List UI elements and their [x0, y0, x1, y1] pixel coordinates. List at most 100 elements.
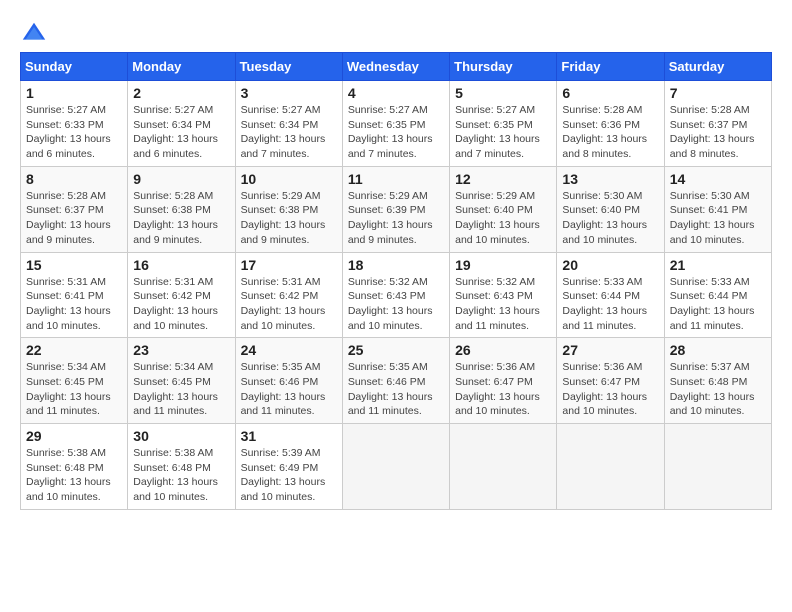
calendar-day-cell: 30Sunrise: 5:38 AMSunset: 6:48 PMDayligh…	[128, 424, 235, 510]
day-number: 8	[26, 171, 122, 187]
day-info: Sunrise: 5:33 AMSunset: 6:44 PMDaylight:…	[562, 275, 658, 334]
calendar-day-cell	[664, 424, 771, 510]
day-info: Sunrise: 5:28 AMSunset: 6:37 PMDaylight:…	[26, 189, 122, 248]
day-info: Sunrise: 5:27 AMSunset: 6:35 PMDaylight:…	[348, 103, 444, 162]
calendar-day-cell: 15 Sunrise: 5:31 AMSunset: 6:41 PMDayligh…	[21, 252, 128, 338]
day-info: Sunrise: 5:38 AMSunset: 6:48 PMDaylight:…	[133, 446, 229, 505]
calendar-week-row: 29 Sunrise: 5:38 AMSunset: 6:48 PMDayligh…	[21, 424, 772, 510]
day-info: Sunrise: 5:35 AMSunset: 6:46 PMDaylight:…	[241, 360, 337, 419]
day-info: Sunrise: 5:37 AMSunset: 6:48 PMDaylight:…	[670, 360, 766, 419]
day-info: Sunrise: 5:27 AMSunset: 6:34 PMDaylight:…	[241, 103, 337, 162]
day-number: 20	[562, 257, 658, 273]
day-of-week-header: Friday	[557, 53, 664, 81]
day-number: 31	[241, 428, 337, 444]
day-info: Sunrise: 5:28 AMSunset: 6:36 PMDaylight:…	[562, 103, 658, 162]
calendar-week-row: 8 Sunrise: 5:28 AMSunset: 6:37 PMDaylight…	[21, 166, 772, 252]
day-info: Sunrise: 5:32 AMSunset: 6:43 PMDaylight:…	[455, 275, 551, 334]
day-number: 21	[670, 257, 766, 273]
day-number: 17	[241, 257, 337, 273]
calendar-header-row: SundayMondayTuesdayWednesdayThursdayFrid…	[21, 53, 772, 81]
day-info: Sunrise: 5:27 AMSunset: 6:33 PMDaylight:…	[26, 103, 122, 162]
calendar-week-row: 22 Sunrise: 5:34 AMSunset: 6:45 PMDayligh…	[21, 338, 772, 424]
calendar-day-cell: 8 Sunrise: 5:28 AMSunset: 6:37 PMDaylight…	[21, 166, 128, 252]
day-info: Sunrise: 5:38 AMSunset: 6:48 PMDaylight:…	[26, 446, 122, 505]
day-number: 22	[26, 342, 122, 358]
calendar-day-cell: 9Sunrise: 5:28 AMSunset: 6:38 PMDaylight…	[128, 166, 235, 252]
calendar-day-cell: 20 Sunrise: 5:33 AMSunset: 6:44 PMDayligh…	[557, 252, 664, 338]
day-number: 4	[348, 85, 444, 101]
day-number: 15	[26, 257, 122, 273]
day-of-week-header: Monday	[128, 53, 235, 81]
day-number: 7	[670, 85, 766, 101]
calendar-day-cell: 14 Sunrise: 5:30 AMSunset: 6:41 PMDayligh…	[664, 166, 771, 252]
calendar-week-row: 1 Sunrise: 5:27 AMSunset: 6:33 PMDaylight…	[21, 81, 772, 167]
calendar-day-cell: 25 Sunrise: 5:35 AMSunset: 6:46 PMDayligh…	[342, 338, 449, 424]
calendar-day-cell: 17Sunrise: 5:31 AMSunset: 6:42 PMDayligh…	[235, 252, 342, 338]
day-info: Sunrise: 5:31 AMSunset: 6:41 PMDaylight:…	[26, 275, 122, 334]
day-number: 19	[455, 257, 551, 273]
calendar-day-cell: 21 Sunrise: 5:33 AMSunset: 6:44 PMDayligh…	[664, 252, 771, 338]
day-of-week-header: Thursday	[450, 53, 557, 81]
logo-icon	[20, 20, 48, 48]
day-number: 14	[670, 171, 766, 187]
day-number: 16	[133, 257, 229, 273]
calendar-day-cell: 11 Sunrise: 5:29 AMSunset: 6:39 PMDayligh…	[342, 166, 449, 252]
calendar-day-cell: 19 Sunrise: 5:32 AMSunset: 6:43 PMDayligh…	[450, 252, 557, 338]
day-number: 10	[241, 171, 337, 187]
logo	[20, 20, 52, 48]
day-of-week-header: Tuesday	[235, 53, 342, 81]
day-info: Sunrise: 5:36 AMSunset: 6:47 PMDaylight:…	[562, 360, 658, 419]
calendar-day-cell: 3 Sunrise: 5:27 AMSunset: 6:34 PMDaylight…	[235, 81, 342, 167]
day-number: 6	[562, 85, 658, 101]
calendar-table: SundayMondayTuesdayWednesdayThursdayFrid…	[20, 52, 772, 510]
day-number: 1	[26, 85, 122, 101]
calendar-day-cell: 13 Sunrise: 5:30 AMSunset: 6:40 PMDayligh…	[557, 166, 664, 252]
day-number: 24	[241, 342, 337, 358]
calendar-day-cell	[450, 424, 557, 510]
day-info: Sunrise: 5:30 AMSunset: 6:41 PMDaylight:…	[670, 189, 766, 248]
day-number: 25	[348, 342, 444, 358]
day-number: 28	[670, 342, 766, 358]
calendar-day-cell: 2 Sunrise: 5:27 AMSunset: 6:34 PMDaylight…	[128, 81, 235, 167]
calendar-day-cell: 5Sunrise: 5:27 AMSunset: 6:35 PMDaylight…	[450, 81, 557, 167]
day-info: Sunrise: 5:28 AMSunset: 6:37 PMDaylight:…	[670, 103, 766, 162]
day-info: Sunrise: 5:33 AMSunset: 6:44 PMDaylight:…	[670, 275, 766, 334]
day-number: 3	[241, 85, 337, 101]
calendar-day-cell: 23Sunrise: 5:34 AMSunset: 6:45 PMDayligh…	[128, 338, 235, 424]
day-number: 11	[348, 171, 444, 187]
calendar-day-cell: 4 Sunrise: 5:27 AMSunset: 6:35 PMDaylight…	[342, 81, 449, 167]
calendar-day-cell	[557, 424, 664, 510]
day-number: 18	[348, 257, 444, 273]
day-info: Sunrise: 5:34 AMSunset: 6:45 PMDaylight:…	[133, 360, 229, 419]
calendar-day-cell: 10 Sunrise: 5:29 AMSunset: 6:38 PMDayligh…	[235, 166, 342, 252]
day-info: Sunrise: 5:39 AMSunset: 6:49 PMDaylight:…	[241, 446, 337, 505]
calendar-week-row: 15 Sunrise: 5:31 AMSunset: 6:41 PMDayligh…	[21, 252, 772, 338]
calendar-day-cell: 29 Sunrise: 5:38 AMSunset: 6:48 PMDayligh…	[21, 424, 128, 510]
calendar-day-cell: 7 Sunrise: 5:28 AMSunset: 6:37 PMDaylight…	[664, 81, 771, 167]
day-info: Sunrise: 5:29 AMSunset: 6:38 PMDaylight:…	[241, 189, 337, 248]
calendar-day-cell: 24 Sunrise: 5:35 AMSunset: 6:46 PMDayligh…	[235, 338, 342, 424]
day-of-week-header: Sunday	[21, 53, 128, 81]
calendar-day-cell: 31 Sunrise: 5:39 AMSunset: 6:49 PMDayligh…	[235, 424, 342, 510]
calendar-day-cell	[342, 424, 449, 510]
day-info: Sunrise: 5:30 AMSunset: 6:40 PMDaylight:…	[562, 189, 658, 248]
day-info: Sunrise: 5:36 AMSunset: 6:47 PMDaylight:…	[455, 360, 551, 419]
day-number: 2	[133, 85, 229, 101]
day-info: Sunrise: 5:28 AMSunset: 6:38 PMDaylight:…	[133, 189, 229, 248]
day-info: Sunrise: 5:29 AMSunset: 6:40 PMDaylight:…	[455, 189, 551, 248]
day-number: 13	[562, 171, 658, 187]
day-info: Sunrise: 5:27 AMSunset: 6:34 PMDaylight:…	[133, 103, 229, 162]
day-info: Sunrise: 5:27 AMSunset: 6:35 PMDaylight:…	[455, 103, 551, 162]
calendar-day-cell: 22 Sunrise: 5:34 AMSunset: 6:45 PMDayligh…	[21, 338, 128, 424]
calendar-day-cell: 28 Sunrise: 5:37 AMSunset: 6:48 PMDayligh…	[664, 338, 771, 424]
calendar-day-cell: 18Sunrise: 5:32 AMSunset: 6:43 PMDayligh…	[342, 252, 449, 338]
day-info: Sunrise: 5:35 AMSunset: 6:46 PMDaylight:…	[348, 360, 444, 419]
calendar-day-cell: 12Sunrise: 5:29 AMSunset: 6:40 PMDayligh…	[450, 166, 557, 252]
day-info: Sunrise: 5:31 AMSunset: 6:42 PMDaylight:…	[133, 275, 229, 334]
calendar-day-cell: 1 Sunrise: 5:27 AMSunset: 6:33 PMDaylight…	[21, 81, 128, 167]
page-header	[20, 20, 772, 48]
day-info: Sunrise: 5:29 AMSunset: 6:39 PMDaylight:…	[348, 189, 444, 248]
day-of-week-header: Saturday	[664, 53, 771, 81]
day-info: Sunrise: 5:34 AMSunset: 6:45 PMDaylight:…	[26, 360, 122, 419]
day-number: 29	[26, 428, 122, 444]
